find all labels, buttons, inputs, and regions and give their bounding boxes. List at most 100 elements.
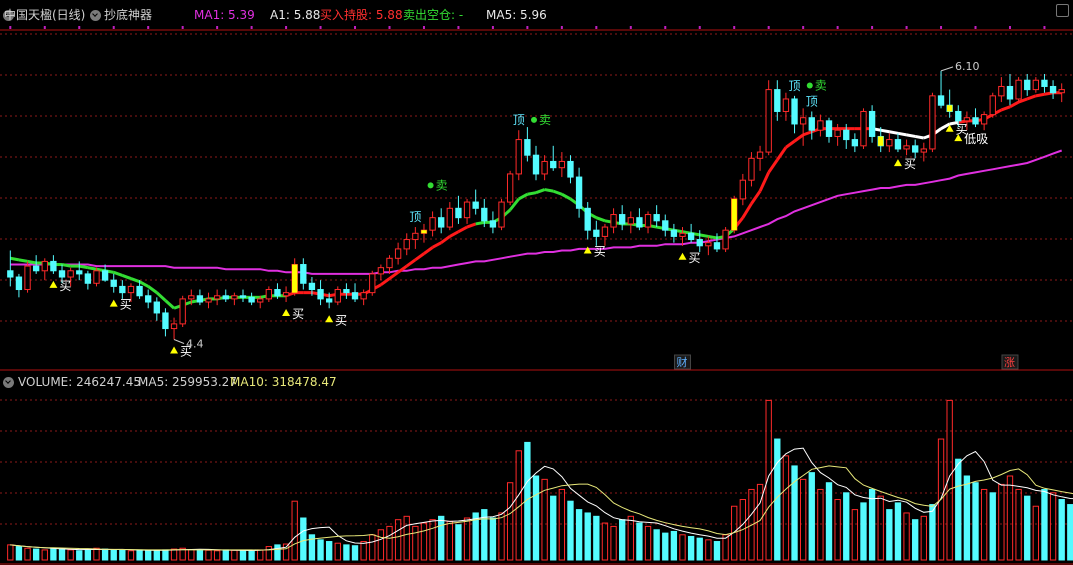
- header-tick: [698, 26, 701, 29]
- chart-canvas[interactable]: 买买买买买买 买买买顶顶顶顶卖卖卖低吸6.104.4财涨: [0, 0, 1073, 565]
- volume-bar: [851, 509, 859, 561]
- volume-bar: [136, 549, 143, 561]
- volume-bar: [1041, 488, 1048, 561]
- candle: [222, 289, 229, 303]
- a1-trend-segment: [1000, 105, 1011, 112]
- header-tick: [1043, 26, 1046, 29]
- candle-body: [274, 289, 281, 297]
- sell-dot-icon: [531, 116, 537, 123]
- candle-body: [1041, 79, 1048, 87]
- candle-body: [868, 110, 876, 137]
- a1-trend-segment: [527, 191, 537, 196]
- candle: [662, 214, 669, 237]
- a1-trend-segment: [741, 202, 753, 219]
- volume-bar: [808, 472, 815, 561]
- volume-bar: [257, 549, 264, 561]
- candle: [584, 202, 591, 240]
- candle: [50, 255, 57, 274]
- candle-body: [472, 201, 479, 209]
- candle-body: [506, 173, 514, 203]
- candle: [119, 280, 126, 299]
- candle-body: [1006, 85, 1014, 100]
- candle-body: [834, 129, 841, 137]
- candle-body: [860, 110, 867, 147]
- volume-bar: [972, 482, 979, 561]
- volume-bar: [619, 519, 626, 561]
- volume-bar: [420, 522, 428, 561]
- a1-trend-segment: [750, 190, 762, 205]
- candle: [248, 292, 255, 306]
- candle: [351, 283, 359, 303]
- candle: [429, 211, 436, 237]
- volume-bar: [584, 512, 591, 561]
- a1-trend-segment: [61, 263, 71, 268]
- volume-bar: [360, 541, 367, 561]
- a1-trend-segment: [767, 159, 779, 174]
- volume-bar: [446, 520, 453, 561]
- signal-bar: [878, 136, 884, 146]
- a1-trend-segment: [27, 259, 37, 265]
- a1-trend-segment: [18, 258, 28, 263]
- volume-bar: [84, 549, 92, 561]
- candle-body: [825, 120, 833, 137]
- volume-bar: [343, 544, 350, 561]
- candle: [739, 173, 747, 206]
- candle-body: [24, 265, 31, 291]
- candle-body: [636, 217, 643, 228]
- volume-bar: [153, 550, 160, 561]
- volume-bar: [782, 455, 790, 561]
- candle-body: [7, 270, 14, 278]
- volume-bar: [231, 549, 238, 561]
- candle: [782, 92, 790, 121]
- volume-bar: [282, 543, 290, 561]
- indicator-menu-icon[interactable]: [90, 10, 101, 21]
- volume-bar: [438, 515, 445, 561]
- signal-bar: [292, 264, 298, 293]
- buy-arrow-icon: [893, 159, 902, 167]
- candle: [929, 92, 936, 153]
- volume-bar: [325, 541, 333, 561]
- candle-body: [76, 270, 83, 275]
- candle: [989, 92, 996, 118]
- header-tick: [491, 26, 494, 29]
- volume-bar: [489, 517, 497, 561]
- volume-bar: [101, 548, 109, 561]
- candle-body: [127, 285, 135, 294]
- candle: [894, 133, 902, 153]
- a1-trend-segment: [802, 130, 813, 137]
- a1-trend-segment: [897, 131, 907, 137]
- volume-bar: [93, 547, 100, 561]
- a1-trend-segment: [423, 246, 434, 255]
- volume-menu-icon[interactable]: [3, 377, 14, 388]
- volume-bar: [705, 539, 712, 561]
- close-icon[interactable]: [1056, 4, 1069, 17]
- candle-body: [205, 298, 212, 303]
- candle-body: [653, 214, 660, 222]
- candle-body: [662, 220, 669, 231]
- volume-bar: [291, 500, 298, 561]
- a1-trend-segment: [414, 252, 425, 262]
- candle: [1049, 80, 1057, 99]
- candle-body: [558, 160, 566, 169]
- candle-body: [32, 265, 40, 272]
- candle: [817, 114, 824, 137]
- candle: [463, 198, 471, 224]
- a1-trend-segment: [880, 128, 890, 134]
- candle: [334, 286, 341, 306]
- a1-trend-segment: [440, 235, 451, 244]
- candle-body: [920, 148, 927, 153]
- candle-body: [679, 232, 686, 237]
- candle: [808, 111, 815, 140]
- candle: [903, 139, 910, 156]
- candle-body: [317, 289, 324, 300]
- candle-body: [705, 242, 712, 247]
- candle-body: [162, 312, 169, 330]
- candle: [377, 264, 385, 281]
- candle-body: [58, 270, 66, 278]
- header-tick: [285, 26, 288, 29]
- volume-bar: [765, 399, 772, 561]
- top-label: 顶: [409, 210, 421, 224]
- candle-body: [179, 298, 186, 325]
- candle: [912, 139, 919, 159]
- a1-trend-segment: [906, 133, 916, 138]
